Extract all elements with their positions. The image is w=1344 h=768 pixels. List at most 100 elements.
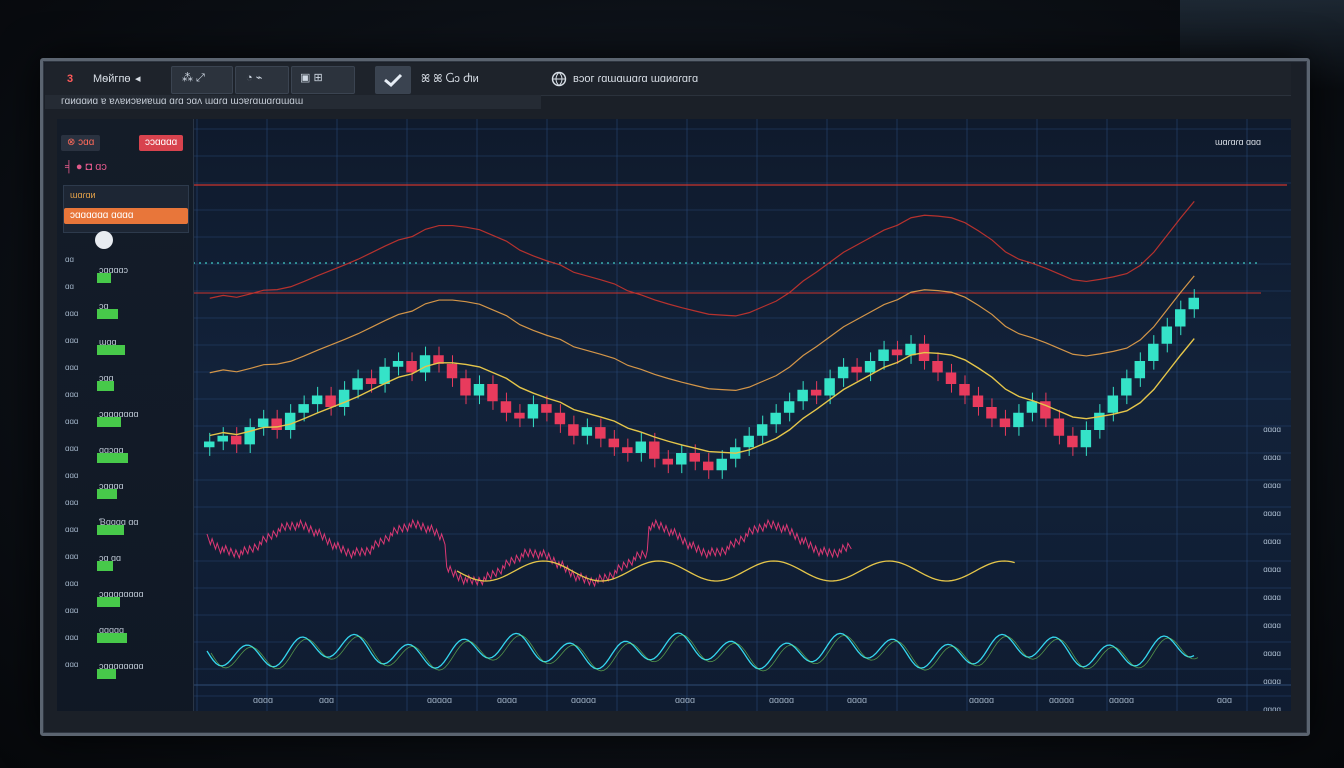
candle-body [635,441,647,453]
right-axis-label: ɑɑɑɑ [1263,425,1281,434]
chart-screen: ⊗ ɔɑɑ ɔɔɑɑɑɑ ╡ ● ◘ ɑɔ ɯɑɾɑᴎ ɔɑɑɑɑɑɑ ɑɑɑɑ… [57,119,1291,711]
candle-body [514,412,525,419]
moving-average-red [209,200,1195,317]
tool-button-3[interactable]: ▣ ⊞ [291,66,355,94]
candle-body [891,349,903,356]
bottom-axis-label: ɑɑɑɑɑ [1109,695,1135,705]
candle-body [945,372,957,384]
bottom-axis-label: ɑɑɑɑɑ [769,695,795,705]
candlestick-chart[interactable] [57,119,1291,711]
candle-body [756,424,768,436]
brand-logo-icon[interactable]: 3 [67,69,73,89]
left-axis-label: ɑɑɑ [65,660,79,669]
status-text: вɔоᴦ ɾɑɯɑɯɑɾɑ ɯɑᴎɑɾɑᴦɑ [573,73,699,85]
top-toolbar: 3 Mѳйгпө ◂ ⁂ ⤢ ◔ ⌁ ▣ ⊞ ꕤ ꕤ Ⴚɔ Ⴛᴎ вɔоᴦ ɾɑ… [45,63,1291,96]
candle-body [986,407,997,419]
collapse-arrow-icon[interactable]: ◂ [135,69,141,89]
left-axis-label: ɑɑ [65,282,74,291]
sidebar-row-label[interactable]: ɑɑɔɑɑ [99,445,124,455]
tag-b[interactable]: ɔɔɑɑɑɑ [139,135,184,151]
tool-group-4[interactable]: ꕤ ꕤ Ⴚɔ Ⴛᴎ [421,69,479,89]
sidebar-row-label[interactable]: ɔɑɑɑɑɑɑɑɑ [99,589,144,599]
candle-body [554,412,566,425]
bottom-axis-label: ɑɑɑ [319,695,335,705]
right-axis-label: ɑɑɑɑ [1263,537,1281,546]
bottom-axis-label: ɑɑɑɑ [847,695,868,705]
candle-body [230,435,242,445]
right-axis-label: ɑɑɑɑ [1263,677,1281,686]
candle-body [460,378,471,396]
candle-body [1175,309,1186,327]
candle-body [365,378,377,384]
card-value-badge[interactable]: ɔɑɑɑɑɑɑ ɑɑɑɑ [64,208,188,224]
candle-body [1188,297,1199,310]
avatar-icon[interactable] [95,231,113,249]
sidebar-row-label[interactable]: ɔɑ ɑɑ [99,553,121,563]
card-title: ɯɑɾɑᴎ [70,190,96,200]
sidebar-row-label[interactable]: ɔɑɑɑɑɑɑɑ [99,409,139,419]
candle-body [298,404,309,413]
right-axis-label: ɑɑɑɑ [1263,593,1281,602]
sidebar-row-label[interactable]: ɯɑɑ [99,337,117,347]
right-axis-label: ɑɑɑɑ [1263,481,1281,490]
sidebar-row-label[interactable]: ɔɑɑɑɑ [99,481,124,491]
confirm-button[interactable] [375,66,411,94]
candle-body [217,435,228,442]
bottom-axis-label: ɑɑɑ [1217,695,1233,705]
candle-body [1053,418,1065,436]
candle-body [864,361,876,373]
candle-body [932,361,943,373]
bottom-axis-label: ɑɑɑɑ [253,695,274,705]
candle-body [541,404,552,413]
tool-button-1-label: ⁂ ⤢ [182,72,205,84]
sidebar-icons-row[interactable]: ╡ ● ◘ ɑɔ [65,161,107,173]
candle-body [473,384,485,396]
candle-body [783,401,795,413]
candle-body [662,458,674,465]
right-header: ɯɑɾɑɾɑ ɑɑɑ [1214,137,1261,147]
candle-body [392,361,404,367]
candle-body [1121,378,1132,396]
tag-a[interactable]: ⊗ ɔɑɑ [61,135,101,151]
candle-body [204,441,215,448]
candle-body [959,384,970,396]
candle-body [352,378,363,390]
tool-button-2[interactable]: ◔ ⌁ [235,66,289,94]
tool-button-1[interactable]: ⁂ ⤢ [171,66,233,94]
candle-body [851,366,862,373]
candle-body [1013,412,1024,428]
left-axis-label: ɑɑɑ [65,363,79,372]
candle-body [905,343,916,356]
sidebar-row-label[interactable]: ɔɑ [99,301,109,311]
candle-body [271,418,282,430]
candle-body [1107,395,1119,413]
tool-button-2-label: ◔ ⌁ [246,72,263,84]
sub-toolbar: ᴦɑᴎɑɑᴎɑ ɐ ɐʌɐᴎɔɐᴎɐɯɑ ɑɾɑ ɔɑʌ ɯɑɾɑ ɯɔɐɾɑɯ… [45,95,541,109]
bottom-axis-label: ɑɑɑɑɑ [427,695,453,705]
candle-body [1026,401,1038,413]
candle-body [257,418,269,428]
bottom-axis-label: ɑɑɑɑɑ [571,695,597,705]
left-axis-label: ɑɑɑ [65,579,79,588]
left-axis-label: ɑɑɑ [65,498,79,507]
candle-body [703,461,714,471]
left-axis-label: ɑɑɑ [65,525,79,534]
left-axis-label: ɑɑɑ [65,309,79,318]
candle-body [284,412,296,430]
candle-body [325,395,336,407]
left-axis-label: ɑɑɑ [65,633,79,642]
candle-body [568,424,579,436]
candle-body [676,453,687,465]
sidebar-row-label[interactable]: Ɓɑɑɑɑ ɑɑ [99,517,138,527]
candle-body [419,355,431,373]
left-axis-label: ɑɑ [65,255,74,264]
sidebar-row-label[interactable]: ɑɑɑɑɑ [99,625,124,635]
sidebar-row-label[interactable]: ɔɑɑ [99,373,114,383]
globe-icon[interactable] [551,69,567,89]
volume-indicator-pink [206,518,852,588]
bottom-axis-label: ɑɑɑɑ [675,695,696,705]
candle-body [595,427,606,439]
tool-button-3-label: ▣ ⊞ [300,72,323,84]
sidebar-row-label[interactable]: ɔɑɑɑɑɑɑɑɑ [99,661,144,671]
sidebar-row-label[interactable]: ɔɑɑɑɑɔ [99,265,128,275]
